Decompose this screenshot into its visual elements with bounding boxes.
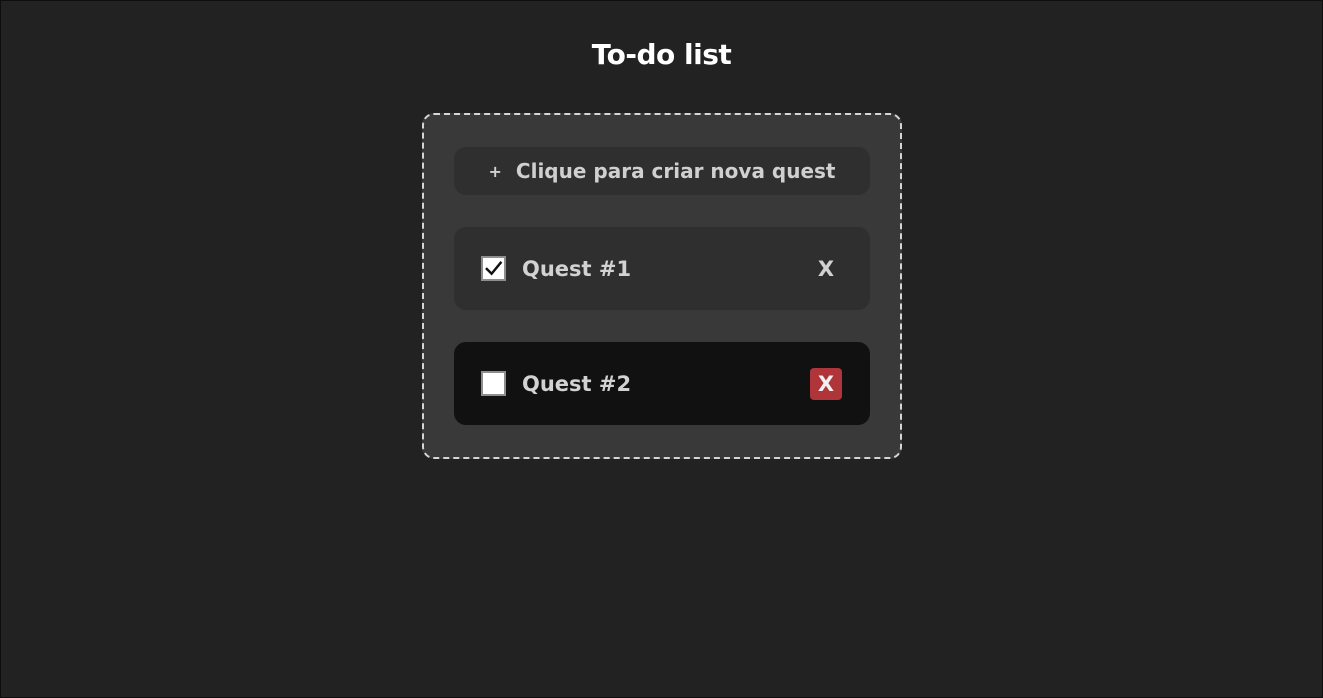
create-quest-label: Clique para criar nova quest [515, 159, 836, 183]
quest-checkbox[interactable] [481, 256, 506, 281]
page-title: To-do list [591, 38, 732, 71]
quest-item: Quest #1 X [454, 227, 870, 310]
checkmark-icon [485, 261, 503, 276]
create-quest-button[interactable]: + Clique para criar nova quest [454, 147, 870, 195]
quest-checkbox[interactable] [481, 371, 506, 396]
delete-quest-button[interactable]: X [810, 367, 842, 400]
quest-panel: + Clique para criar nova quest Quest #1 … [422, 113, 902, 459]
quest-label: Quest #2 [522, 371, 632, 396]
plus-icon: + [488, 161, 502, 181]
quest-item: Quest #2 X [454, 342, 870, 425]
delete-quest-button[interactable]: X [810, 253, 842, 285]
quest-label: Quest #1 [522, 256, 632, 281]
